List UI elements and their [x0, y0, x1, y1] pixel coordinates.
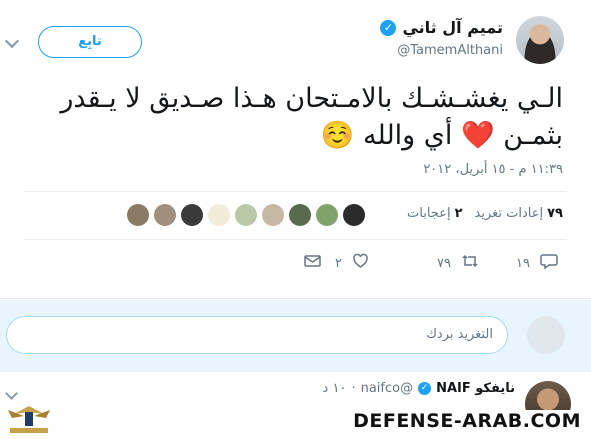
profile-avatar[interactable] [516, 16, 564, 64]
reply-count: ١٩ [516, 255, 530, 271]
reply-input[interactable]: التغريد بردك [6, 316, 508, 354]
heart-outline-icon [352, 253, 369, 273]
watermark-logo-icon [8, 406, 50, 433]
likes-label: إعجابات [407, 206, 451, 221]
liker-avatar[interactable] [181, 204, 203, 226]
likers-avatars [127, 204, 365, 226]
like-action[interactable]: ٢ [335, 253, 369, 273]
reply-author-name[interactable]: نايفكو NAIF [436, 381, 515, 396]
likes-stat[interactable]: ٢إعجابات [407, 206, 462, 221]
message-action[interactable] [304, 253, 321, 272]
envelope-icon [304, 253, 321, 272]
retweets-count: ٧٩ [547, 206, 563, 221]
divider [24, 239, 567, 240]
retweet-icon [461, 253, 479, 273]
likes-count: ٢ [454, 206, 463, 221]
reply-action[interactable]: ١٩ [516, 253, 558, 273]
liker-avatar[interactable] [208, 204, 230, 226]
heart-emoji-icon: ❤️ [461, 120, 495, 151]
tweet-actions: ١٩ ٧٩ ٢ [0, 253, 591, 273]
chevron-down-icon[interactable] [4, 33, 20, 49]
tweet-text-word: بثمـن [503, 120, 563, 151]
watermark-text: DEFENSE-ARAB.COM [347, 410, 587, 432]
author-name-row[interactable]: تميم آل ثاني ✓ [380, 18, 503, 37]
divider [24, 191, 567, 192]
liker-avatar[interactable] [289, 204, 311, 226]
chevron-down-icon[interactable] [5, 387, 18, 400]
author-name[interactable]: تميم آل ثاني [402, 18, 503, 37]
current-user-avatar [527, 316, 565, 354]
liker-avatar[interactable] [262, 204, 284, 226]
dot-separator: · [351, 381, 356, 396]
tweet-timestamp[interactable]: ١١:٣٩ م - ١٥ أبريل، ٢٠١٢ [423, 162, 563, 177]
verified-badge-icon: ✓ [418, 382, 432, 395]
tweet-text-line1: الـي يغشـشـك بالامـتحان هـذا صـديق لا يـ… [60, 83, 563, 114]
divider [0, 298, 591, 299]
reply-header: نايفكو NAIF ✓ @naifco · ١٠ د [323, 381, 515, 396]
reply-icon [540, 253, 558, 273]
smile-emoji-icon: ☺️ [320, 120, 355, 151]
tweet-text: الـي يغشـشـك بالامـتحان هـذا صـديق لا يـ… [30, 80, 563, 154]
liker-avatar[interactable] [316, 204, 338, 226]
liker-avatar[interactable] [154, 204, 176, 226]
follow-button[interactable]: تابِع [38, 26, 142, 58]
retweet-count: ٧٩ [437, 255, 451, 271]
retweets-stat[interactable]: ٧٩إعادات تغريد [475, 206, 563, 221]
reply-time[interactable]: ١٠ د [323, 381, 347, 396]
like-count: ٢ [335, 255, 342, 271]
author-handle[interactable]: @TamemAlthani [397, 43, 503, 58]
tweet-stats: ٧٩إعادات تغريد ٢إعجابات [407, 206, 563, 221]
verified-badge-icon: ✓ [380, 19, 397, 36]
liker-avatar[interactable] [343, 204, 365, 226]
retweet-action[interactable]: ٧٩ [437, 253, 479, 273]
tweet-text-phrase: أي والله [363, 120, 453, 151]
reply-author-handle[interactable]: @naifco [361, 381, 414, 396]
retweets-label: إعادات تغريد [474, 206, 544, 221]
reply-composer: التغريد بردك [0, 300, 591, 372]
tweet-text-line2: بثمـن ❤️ أي والله ☺️ [30, 117, 563, 154]
liker-avatar[interactable] [235, 204, 257, 226]
liker-avatar[interactable] [127, 204, 149, 226]
